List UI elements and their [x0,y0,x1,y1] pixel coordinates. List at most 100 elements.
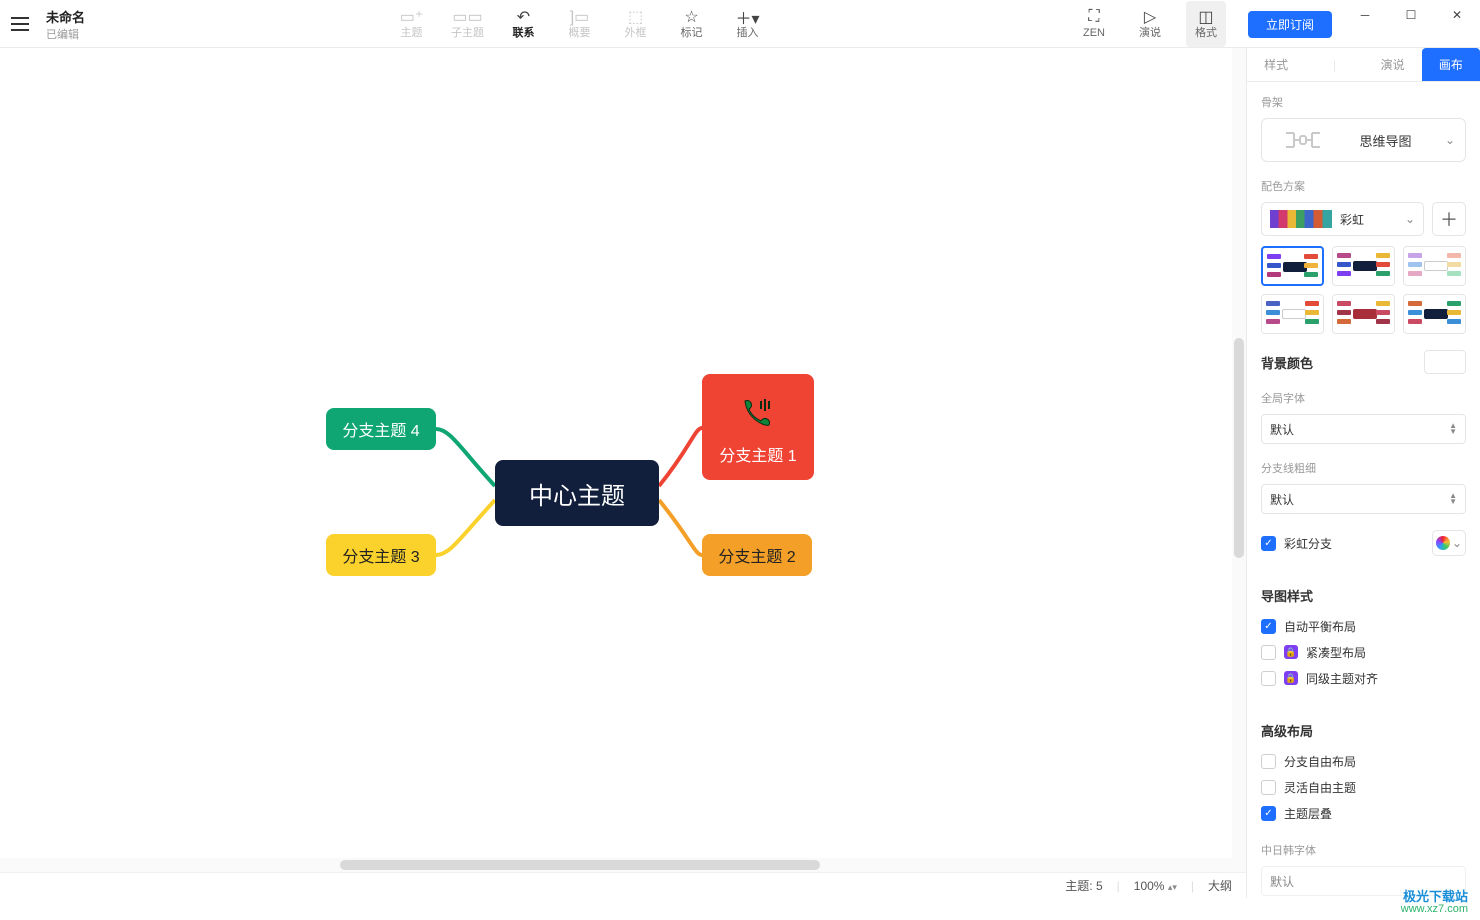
stepper-icon: ▲▼ [1449,493,1457,505]
doc-status: 已编辑 [46,26,85,42]
boundary-button[interactable]: ⬚ 外框 [616,1,656,47]
branch-topic-3[interactable]: 分支主题 3 [326,534,436,576]
outline-toggle[interactable]: 大纲 [1208,877,1232,894]
scheme-swatch [1270,210,1332,228]
topics-count: 主题: 5 [1065,877,1102,894]
free-topic-checkbox[interactable] [1261,780,1276,795]
stepper-icon: ▲▼ [1449,423,1457,435]
central-topic[interactable]: 中心主题 [495,460,659,526]
branch-topic-1-label: 分支主题 1 [719,442,796,466]
menu-button[interactable] [0,0,40,48]
skeleton-icon [1272,127,1332,153]
toolbar-right: ⛶ ZEN ▷ 演说 ◫ 格式 立即订阅 [1074,0,1342,48]
format-icon: ◫ [1198,8,1213,26]
skeleton-value: 思维导图 [1332,131,1439,150]
relationship-icon: ↶ [517,8,530,26]
bg-color-swatch[interactable] [1424,350,1466,374]
theme-card-5[interactable] [1332,294,1395,334]
vscroll-thumb[interactable] [1234,338,1244,558]
toolbar-center: ▭⁺ 主题 ▭▭ 子主题 ↶ 联系 ]▭ 概要 ⬚ 外框 ☆ 标记 ＋▾ 插入 [85,0,1074,48]
theme-card-2[interactable] [1332,246,1395,286]
summary-label: 概要 [569,26,591,40]
insert-button[interactable]: ＋▾ 插入 [728,1,768,47]
branch-topic-2[interactable]: 分支主题 2 [702,534,812,576]
format-button[interactable]: ◫ 格式 [1186,1,1226,47]
global-font-select[interactable]: 默认 ▲▼ [1261,414,1466,444]
scheme-value: 彩虹 [1340,211,1399,228]
doc-title: 未命名 [46,7,85,26]
doc-title-block: 未命名 已编辑 [46,0,85,48]
auto-balance-checkbox[interactable]: ✓ [1261,619,1276,634]
compact-checkbox[interactable] [1261,645,1276,660]
hamburger-icon [11,17,29,31]
overlap-label: 主题层叠 [1284,805,1332,822]
tab-present[interactable]: 演说 [1364,48,1422,82]
branch-width-select[interactable]: 默认 ▲▼ [1261,484,1466,514]
right-panel: 样式 | 演说 画布 骨架 思维导图 ⌄ 配色方案 彩虹 ⌄ [1246,48,1480,898]
topic-icon: ▭⁺ [400,8,424,26]
relationship-label: 联系 [513,26,535,40]
chevron-down-icon: ⌄ [1405,212,1415,226]
branch-width-value: 默认 [1270,491,1294,508]
rainbow-icon [1436,536,1450,550]
tab-canvas[interactable]: 画布 [1422,48,1480,82]
zen-label: ZEN [1083,26,1105,40]
theme-grid [1261,246,1466,334]
zen-button[interactable]: ⛶ ZEN [1074,1,1114,47]
scheme-selector[interactable]: 彩虹 ⌄ [1261,202,1424,236]
overlap-checkbox[interactable]: ✓ [1261,806,1276,821]
align-siblings-label: 同级主题对齐 [1306,670,1378,687]
free-branch-label: 分支自由布局 [1284,753,1356,770]
scheme-add-button[interactable]: ＋ [1432,202,1466,236]
subscribe-button[interactable]: 立即订阅 [1248,11,1332,38]
skeleton-label: 骨架 [1261,94,1466,110]
branch-topic-4[interactable]: 分支主题 4 [326,408,436,450]
summary-icon: ]▭ [570,8,590,26]
theme-card-4[interactable] [1261,294,1324,334]
canvas[interactable]: 中心主题 分支主题 4 分支主题 3 分支主题 2 分支主题 1 主题: 5 |… [0,48,1246,898]
chevron-down-icon: ⌄ [1445,133,1455,147]
marker-button[interactable]: ☆ 标记 [672,1,712,47]
theme-card-3[interactable] [1403,246,1466,286]
free-branch-checkbox[interactable] [1261,754,1276,769]
close-button[interactable]: ✕ [1434,0,1480,30]
chevron-down-icon: ⌄ [1452,536,1462,550]
zoom-control[interactable]: 100% ▴▾ [1134,879,1177,893]
branch-topic-1[interactable]: 分支主题 1 [702,374,814,480]
cjk-font-value: 默认 [1270,873,1294,890]
relationship-button[interactable]: ↶ 联系 [504,1,544,47]
rainbow-color-button[interactable]: ⌄ [1432,530,1466,556]
theme-card-1[interactable] [1261,246,1324,286]
cjk-font-select[interactable]: 默认 [1261,866,1466,896]
format-label: 格式 [1195,26,1217,40]
hscroll-thumb[interactable] [340,860,820,870]
insert-icon: ＋▾ [735,8,759,26]
phone-icon [741,397,775,434]
auto-balance-label: 自动平衡布局 [1284,618,1356,635]
rainbow-branch-checkbox[interactable]: ✓ [1261,536,1276,551]
maximize-button[interactable]: ☐ [1388,0,1434,30]
theme-card-6[interactable] [1403,294,1466,334]
free-topic-label: 灵活自由主题 [1284,779,1356,796]
subtopic-button[interactable]: ▭▭ 子主题 [448,1,488,47]
align-siblings-checkbox[interactable] [1261,671,1276,686]
lock-icon: 🔒 [1284,645,1298,659]
scheme-label: 配色方案 [1261,178,1466,194]
lock-icon: 🔒 [1284,671,1298,685]
vertical-scrollbar[interactable] [1232,48,1246,858]
subtopic-icon: ▭▭ [452,8,482,26]
tab-style[interactable]: 样式 [1247,48,1305,82]
global-font-value: 默认 [1270,421,1294,438]
skeleton-selector[interactable]: 思维导图 ⌄ [1261,118,1466,162]
minimize-button[interactable]: ─ [1342,0,1388,30]
boundary-label: 外框 [625,26,647,40]
zen-icon: ⛶ [1088,8,1099,26]
horizontal-scrollbar[interactable] [0,858,1246,872]
topic-button[interactable]: ▭⁺ 主题 [392,1,432,47]
present-label: 演说 [1139,26,1161,40]
summary-button[interactable]: ]▭ 概要 [560,1,600,47]
present-button[interactable]: ▷ 演说 [1130,1,1170,47]
marker-label: 标记 [681,26,703,40]
rainbow-branch-label: 彩虹分支 [1284,535,1332,552]
adv-layout-title: 高级布局 [1261,721,1466,740]
